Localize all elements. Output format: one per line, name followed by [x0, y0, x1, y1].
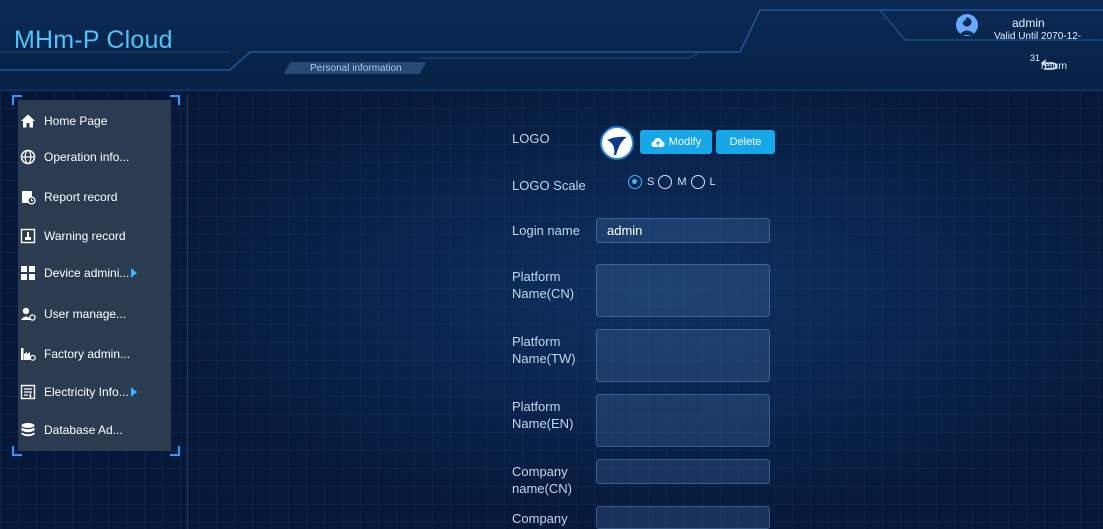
- scale-option-label: M: [677, 176, 687, 188]
- platform-name-en-label: Platform Name(EN): [512, 399, 574, 431]
- electricity-icon: [20, 384, 36, 400]
- sidebar-item-device-admin[interactable]: Device admini...: [20, 261, 160, 285]
- sidebar-item-label: Operation info...: [44, 150, 130, 164]
- report-icon: [22, 191, 36, 205]
- device-icon: [21, 266, 35, 280]
- warning-icon: [20, 228, 36, 244]
- platform-name-tw-label: Platform Name(TW): [512, 334, 576, 366]
- modify-label: Modify: [668, 136, 702, 148]
- globe-icon: [20, 149, 36, 165]
- sidebar-item-label: User manage...: [44, 307, 127, 321]
- delete-logo-button[interactable]: Delete: [716, 130, 775, 154]
- user-name: admin: [1012, 16, 1045, 30]
- logo-preview: [600, 126, 634, 160]
- scale-option-label: S: [647, 176, 655, 188]
- chevron-down-icon[interactable]: [956, 14, 968, 26]
- brand-logo-icon: [607, 136, 627, 155]
- platform-name-en-input[interactable]: [596, 394, 770, 447]
- app-title: MHm-P Cloud: [14, 26, 173, 54]
- database-icon: [21, 423, 35, 437]
- scale-radio-s[interactable]: [628, 175, 642, 189]
- scale-radio-l[interactable]: [690, 175, 705, 189]
- logo-scale-label: LOGO Scale: [512, 178, 586, 193]
- valid-until-text: Valid Until 2070-12-: [994, 31, 1082, 42]
- sidebar-item-label: Report record: [44, 190, 118, 204]
- valid-until-day: 31: [1030, 53, 1041, 63]
- sidebar-corner: [12, 446, 22, 456]
- scale-option-label: L: [709, 176, 716, 188]
- user-icon: [21, 307, 36, 321]
- sidebar-item-report-record[interactable]: Report record: [20, 185, 160, 209]
- submenu-arrow-icon: [130, 387, 137, 397]
- sidebar-corner: [170, 446, 180, 456]
- company-name-next-label: Company: [512, 511, 568, 526]
- sidebar-item-label: Warning record: [44, 229, 126, 243]
- home-icon: [21, 114, 35, 128]
- logo-label: LOGO: [512, 131, 550, 146]
- platform-name-cn-label: Platform Name(CN): [512, 269, 575, 301]
- sidebar-item-factory-admin[interactable]: Factory admin...: [20, 342, 160, 366]
- sidebar-corner: [170, 95, 180, 105]
- company-name-cn-input[interactable]: [596, 459, 770, 484]
- sidebar-item-label: Device admini...: [44, 266, 130, 280]
- scale-radio-m[interactable]: [658, 175, 673, 189]
- submenu-arrow-icon: [131, 268, 138, 278]
- sidebar-item-warning-record[interactable]: Warning record: [20, 224, 160, 248]
- sidebar-corner: [12, 95, 22, 105]
- sidebar-item-electricity-info[interactable]: Electricity Info...: [20, 380, 160, 404]
- sidebar-item-database-admin[interactable]: Database Ad...: [20, 418, 160, 442]
- platform-name-tw-input[interactable]: [596, 329, 770, 382]
- return-arrow-icon: [1041, 59, 1057, 70]
- sidebar-item-home[interactable]: Home Page: [20, 109, 160, 133]
- logo-scale-radio-group: S M L: [628, 175, 720, 189]
- header-bar: MHm-P Cloud Personal information admin V…: [0, 0, 1103, 92]
- company-name-cn-label: Company name(CN): [512, 464, 572, 496]
- platform-name-cn-input[interactable]: [596, 264, 770, 317]
- company-name-next-input[interactable]: [596, 506, 770, 529]
- cloud-upload-icon: [651, 137, 665, 147]
- login-name-input[interactable]: [596, 218, 770, 243]
- factory-icon: [21, 348, 36, 361]
- login-name-label: Login name: [512, 223, 580, 238]
- return-button[interactable]: return: [1041, 58, 1067, 74]
- sidebar-item-label: Electricity Info...: [44, 385, 129, 399]
- sidebar-item-user-management[interactable]: User manage...: [20, 302, 160, 326]
- sidebar-item-operation-info[interactable]: Operation info...: [20, 145, 160, 169]
- modify-logo-button[interactable]: Modify: [640, 130, 712, 154]
- sidebar-item-label: Home Page: [44, 114, 108, 128]
- sidebar-item-label: Factory admin...: [44, 347, 131, 361]
- sidebar-item-label: Database Ad...: [44, 423, 123, 437]
- tab-personal-information[interactable]: Personal information: [310, 63, 402, 74]
